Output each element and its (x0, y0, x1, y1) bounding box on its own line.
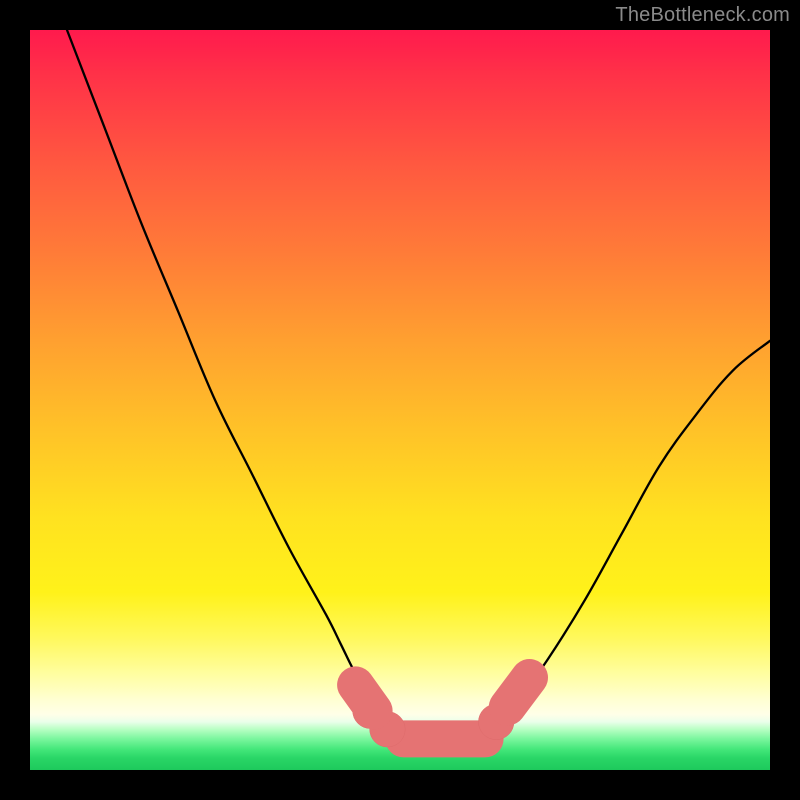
marker-layer (353, 678, 530, 748)
watermark-text: TheBottleneck.com (615, 4, 790, 27)
curve-layer (67, 30, 770, 741)
marker-pill (356, 685, 375, 711)
chart-svg (30, 30, 770, 770)
chart-frame: TheBottleneck.com (0, 0, 800, 800)
marker-pill (507, 678, 529, 708)
bottleneck-curve (67, 30, 770, 741)
plot-area (30, 30, 770, 770)
